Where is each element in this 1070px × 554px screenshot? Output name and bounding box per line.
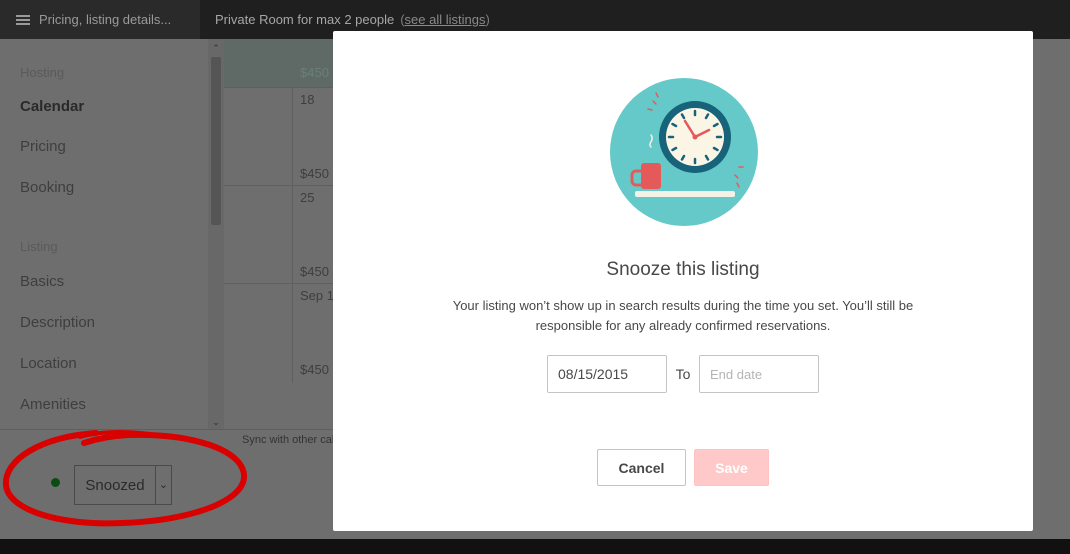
end-date-input[interactable] [699, 355, 819, 393]
see-all-listings: (see all listings) [400, 12, 490, 27]
sync-calendars-link[interactable]: Sync with other calendars [224, 429, 344, 459]
calendar-date: 25 [300, 190, 315, 205]
sidebar-heading-hosting: Hosting [20, 65, 65, 80]
listing-status-select[interactable]: Snoozed ⌄ [74, 465, 172, 505]
modal-description: Your listing won’t show up in search res… [452, 298, 914, 333]
start-date-input[interactable] [547, 355, 667, 393]
sidebar-heading-listing: Listing [20, 239, 58, 254]
see-all-listings-link[interactable]: see all listings [405, 12, 486, 27]
snooze-modal: Snooze this listing Your listing won’t s… [333, 31, 1033, 531]
calendar-price: $450 [300, 65, 329, 80]
date-range: To [547, 355, 819, 393]
listing-status-panel: Snoozed ⌄ [0, 429, 224, 539]
calendar-row[interactable]: Sep 1 $450 [224, 283, 344, 383]
scrollbar-thumb[interactable] [211, 57, 221, 225]
calendar-price: $450 [300, 264, 329, 279]
sidebar-item-location[interactable]: Location [20, 355, 77, 372]
snooze-clock-icon [610, 78, 758, 226]
bottom-strip [0, 539, 1070, 554]
listing-status-value: Snoozed [85, 476, 145, 494]
to-label: To [675, 366, 691, 382]
listing-menu-label: Pricing, listing details... [39, 12, 172, 27]
listing-title: Private Room for max 2 people [215, 12, 395, 27]
cancel-button[interactable]: Cancel [597, 449, 686, 486]
sidebar: Hosting Calendar Pricing Booking Listing… [0, 39, 208, 429]
chevron-down-icon: ⌄ [155, 466, 171, 504]
listing-menu-button[interactable]: Pricing, listing details... [0, 0, 200, 39]
calendar-selected-cell[interactable]: $450 [224, 39, 344, 87]
modal-title: Snooze this listing [606, 259, 760, 280]
calendar-date: 18 [300, 92, 315, 107]
scroll-up-icon[interactable]: ⌃ [208, 41, 224, 55]
sidebar-item-pricing[interactable]: Pricing [20, 138, 66, 155]
sidebar-item-description[interactable]: Description [20, 314, 95, 331]
calendar-price: $450 [300, 166, 329, 181]
sidebar-scrollbar[interactable]: ⌃ ⌄ [208, 39, 224, 429]
sidebar-item-calendar[interactable]: Calendar [20, 98, 84, 115]
calendar-price: $450 [300, 362, 329, 377]
calendar-row[interactable]: 18 $450 [224, 87, 344, 185]
sidebar-item-basics[interactable]: Basics [20, 273, 64, 290]
calendar-row[interactable]: 25 $450 [224, 185, 344, 283]
sidebar-item-amenities[interactable]: Amenities [20, 396, 86, 413]
hamburger-icon [16, 14, 30, 25]
scroll-down-icon[interactable]: ⌄ [208, 415, 224, 429]
sidebar-item-booking[interactable]: Booking [20, 179, 74, 196]
calendar-grid: $450 18 $450 25 $450 Sep 1 $450 [224, 39, 344, 429]
status-dot-icon [51, 478, 60, 487]
save-button[interactable]: Save [694, 449, 769, 486]
calendar-date: Sep 1 [300, 288, 334, 303]
